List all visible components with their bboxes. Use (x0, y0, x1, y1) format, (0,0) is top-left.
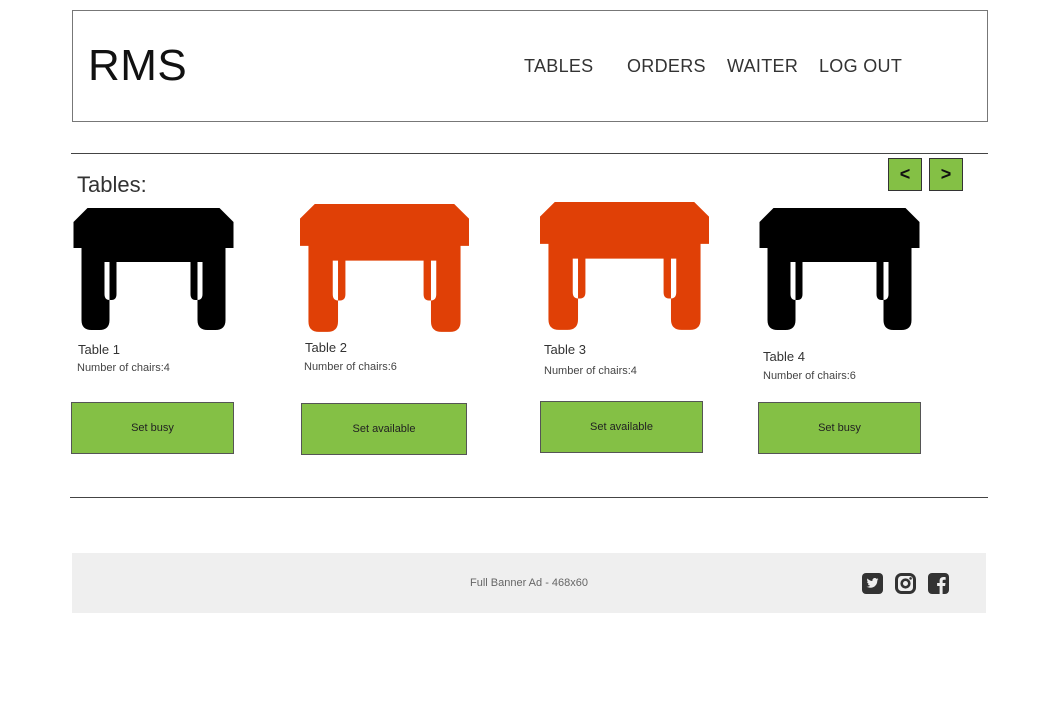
table-chairs: Number of chairs:6 (763, 370, 856, 382)
table-icon (759, 208, 920, 330)
facebook-icon[interactable] (928, 573, 949, 594)
table-icon (73, 208, 234, 330)
bottom-divider (70, 497, 988, 498)
set-busy-button[interactable]: Set busy (758, 402, 921, 454)
twitter-icon[interactable] (862, 573, 883, 594)
table-chairs: Number of chairs:4 (544, 365, 637, 377)
nav-waiter[interactable]: WAITER (727, 55, 798, 77)
table-name: Table 2 (305, 340, 347, 355)
next-page-button[interactable]: > (929, 158, 963, 191)
section-title: Tables: (77, 172, 147, 197)
set-busy-button[interactable]: Set busy (71, 402, 234, 454)
set-available-button[interactable]: Set available (540, 401, 703, 453)
nav-orders[interactable]: ORDERS (627, 55, 706, 77)
nav-logout[interactable]: LOG OUT (819, 55, 902, 77)
set-available-button[interactable]: Set available (301, 403, 467, 455)
banner-ad: Full Banner Ad - 468x60 (72, 553, 986, 613)
instagram-icon[interactable] (895, 573, 916, 594)
banner-ad-text: Full Banner Ad - 468x60 (469, 577, 589, 589)
nav-tables[interactable]: TABLES (524, 55, 594, 77)
table-icon (540, 202, 709, 330)
prev-page-button[interactable]: < (888, 158, 922, 191)
app-header: RMS TABLES ORDERS WAITER LOG OUT (72, 10, 988, 122)
table-name: Table 4 (763, 349, 805, 364)
table-name: Table 3 (544, 342, 586, 357)
table-name: Table 1 (78, 342, 120, 357)
table-chairs: Number of chairs:6 (304, 361, 397, 373)
app-logo[interactable]: RMS (88, 41, 187, 91)
top-divider (71, 153, 988, 154)
table-chairs: Number of chairs:4 (77, 362, 170, 374)
table-icon (300, 204, 469, 332)
